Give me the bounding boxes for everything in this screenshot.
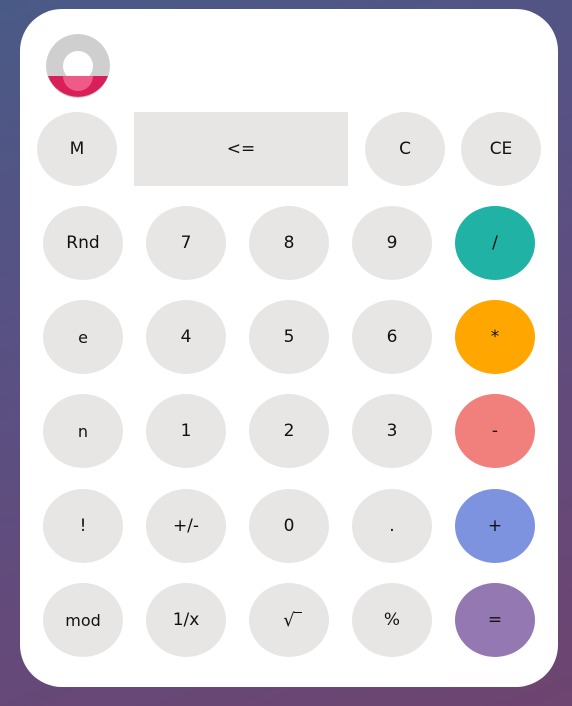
equals-button[interactable]: =	[455, 583, 535, 657]
backspace-button[interactable]: <=	[134, 112, 348, 186]
digit-7-button[interactable]: 7	[146, 206, 226, 280]
memory-button[interactable]: M	[37, 112, 117, 186]
digit-0-button[interactable]: 0	[249, 489, 329, 563]
digit-9-button[interactable]: 9	[352, 206, 432, 280]
modulo-button[interactable]: mod	[43, 583, 123, 657]
random-button[interactable]: Rnd	[43, 206, 123, 280]
digit-6-button[interactable]: 6	[352, 300, 432, 374]
clear-entry-button[interactable]: CE	[461, 112, 541, 186]
plus-button[interactable]: +	[455, 489, 535, 563]
logo-icon	[46, 34, 110, 98]
euler-button[interactable]: e	[43, 300, 123, 374]
factorial-button[interactable]: !	[43, 489, 123, 563]
digit-3-button[interactable]: 3	[352, 394, 432, 468]
reciprocal-button[interactable]: 1/x	[146, 583, 226, 657]
digit-5-button[interactable]: 5	[249, 300, 329, 374]
multiply-button[interactable]: *	[455, 300, 535, 374]
digit-1-button[interactable]: 1	[146, 394, 226, 468]
negate-button[interactable]: +/-	[146, 489, 226, 563]
clear-button[interactable]: C	[365, 112, 445, 186]
digit-4-button[interactable]: 4	[146, 300, 226, 374]
decimal-button[interactable]: .	[352, 489, 432, 563]
percent-button[interactable]: %	[352, 583, 432, 657]
digit-8-button[interactable]: 8	[249, 206, 329, 280]
divide-button[interactable]: /	[455, 206, 535, 280]
square-root-button[interactable]: √	[249, 583, 329, 657]
square-root-label: √	[283, 609, 303, 631]
digit-2-button[interactable]: 2	[249, 394, 329, 468]
pi-button[interactable]: n	[43, 394, 123, 468]
minus-button[interactable]: -	[455, 394, 535, 468]
